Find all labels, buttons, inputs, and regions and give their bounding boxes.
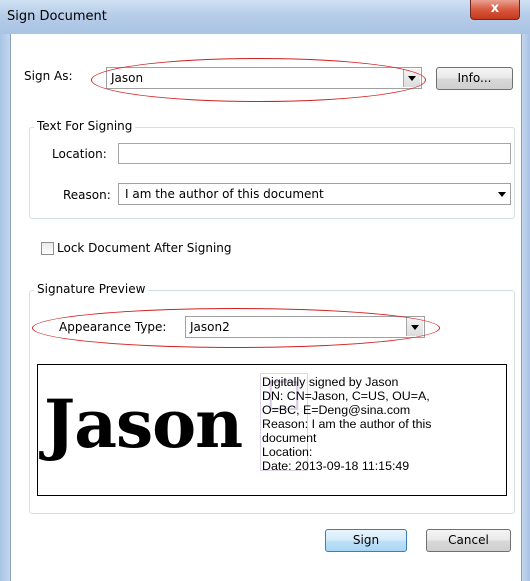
dialog-body: Sign As: Jason Info... Text For Signing …	[10, 34, 522, 581]
chevron-down-icon	[498, 192, 506, 197]
preview-line-6: Location:	[262, 445, 313, 459]
annotation-oval-sign-as	[91, 58, 426, 102]
preview-line-4: Reason: I am the author of this	[262, 417, 432, 431]
info-button[interactable]: Info...	[436, 67, 513, 90]
reason-select[interactable]: I am the author of this document	[118, 183, 511, 205]
text-for-signing-group	[29, 127, 515, 219]
lock-document-label[interactable]: Lock Document After Signing	[57, 241, 232, 255]
sign-document-dialog: Sign Document x Sign As: Jason Info... T…	[0, 0, 530, 581]
preview-line-1: Digitally signed by Jason	[262, 375, 399, 389]
annotation-oval-appearance-type	[32, 308, 440, 348]
close-icon: x	[490, 1, 500, 16]
signature-name-graphic: Jason	[44, 385, 243, 463]
reason-value: I am the author of this document	[125, 187, 324, 201]
sign-as-label: Sign As:	[24, 69, 73, 83]
text-for-signing-title: Text For Signing	[34, 119, 136, 133]
preview-line-7: Date: 2013-09-18 11:15:49	[262, 459, 410, 473]
window-title: Sign Document	[7, 9, 107, 24]
location-field[interactable]	[118, 143, 511, 164]
title-bar[interactable]: Sign Document x	[0, 0, 530, 34]
reason-label: Reason:	[63, 188, 111, 202]
lock-document-checkbox[interactable]	[41, 242, 54, 255]
sign-button[interactable]: Sign	[325, 529, 407, 552]
preview-line-2: DN: CN=Jason, C=US, OU=A,	[262, 389, 430, 403]
window-frame-right	[522, 34, 530, 581]
signature-preview-title: Signature Preview	[34, 282, 149, 296]
preview-line-5: document	[262, 431, 317, 445]
signature-preview-box: ☐ Jason Digitally signed by Jason DN: CN…	[37, 364, 507, 496]
preview-line-3: O=BC, E=Deng@sina.com	[262, 403, 411, 417]
cancel-button[interactable]: Cancel	[426, 529, 511, 552]
close-button[interactable]: x	[470, 0, 520, 20]
location-label: Location:	[52, 147, 107, 161]
window-frame-left	[0, 34, 10, 581]
